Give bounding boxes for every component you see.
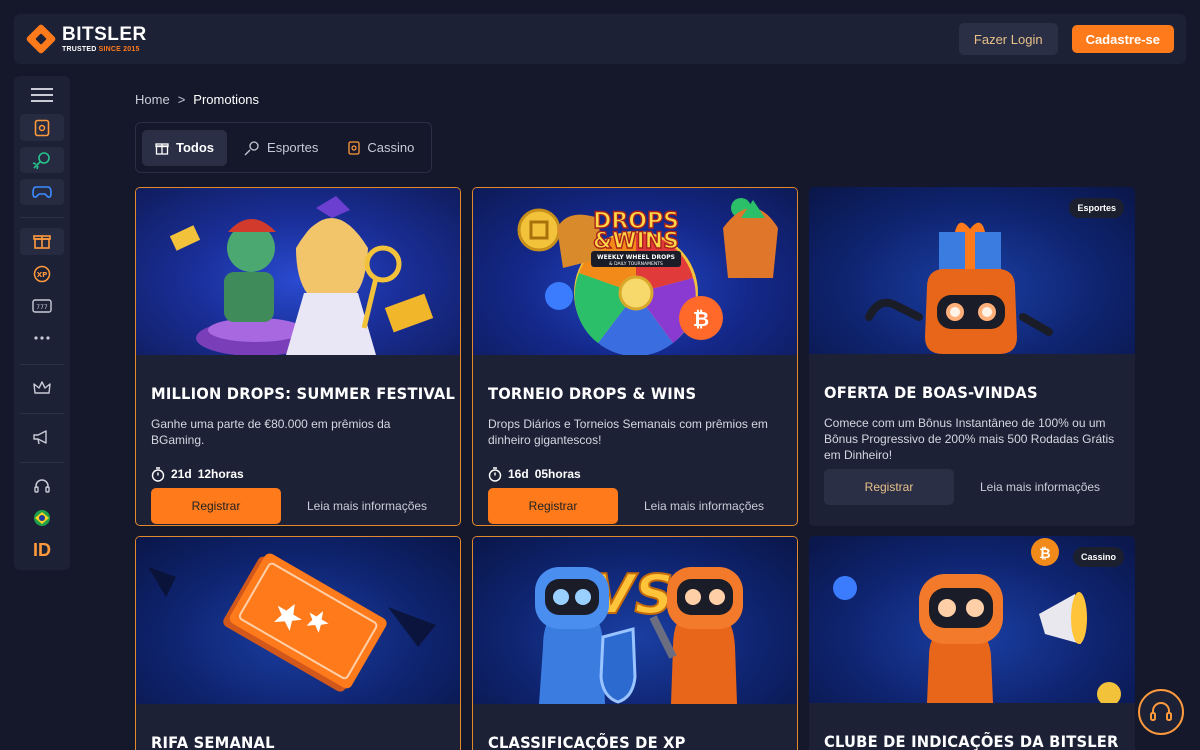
category-badge: Esportes [1069, 198, 1124, 218]
category-badge: Cassino [1072, 547, 1124, 567]
tab-cassino[interactable]: Cassino [335, 130, 427, 166]
language-selector[interactable]: ID [20, 538, 64, 564]
logo-tag-prefix: TRUSTED [62, 46, 97, 53]
promotions-megaphone-icon[interactable] [20, 424, 64, 450]
register-button[interactable]: Registrar [151, 488, 281, 524]
breadcrumb-home[interactable]: Home [135, 92, 170, 107]
signup-button[interactable]: Cadastre-se [1071, 25, 1174, 53]
promo-title: TORNEIO DROPS & WINS [488, 384, 697, 403]
casino-icon [348, 140, 360, 155]
logo-tag-accent: SINCE 2015 [98, 46, 140, 53]
image-text-sub1: WEEKLY WHEEL DROPS [597, 254, 675, 261]
promo-image-drops-wins: ₿ DROPS &WINS WEEKLY WHEEL DROPS & DAILY… [473, 188, 797, 355]
timer-hours: 05horas [534, 467, 581, 481]
promo-image-referral-club: ₿ Cassino [809, 536, 1135, 703]
promo-card[interactable]: VS CLASSIFICAÇÕES DE XP [472, 536, 798, 750]
headset-icon [1150, 702, 1172, 721]
gift-icon[interactable] [20, 228, 64, 255]
tab-label: Todos [176, 140, 215, 155]
brazil-flag-icon[interactable] [20, 505, 64, 531]
svg-text:777: 777 [36, 304, 48, 311]
promo-image-welcome-offer: Esportes [809, 187, 1135, 354]
sidebar-divider [20, 363, 64, 365]
breadcrumb-current: Promotions [193, 92, 260, 107]
vip-crown-icon[interactable] [20, 375, 64, 401]
stopwatch-icon [151, 466, 165, 482]
breadcrumb: Home > Promotions [135, 92, 259, 107]
casino-icon[interactable] [20, 114, 64, 141]
image-text-sub2: & DAILY TOURNAMENTS [609, 261, 663, 267]
promo-title: CLASSIFICAÇÕES DE XP [488, 733, 686, 750]
login-button[interactable]: Fazer Login [958, 23, 1058, 55]
image-text-wins: &WINS [593, 229, 679, 254]
promo-card[interactable]: ₿ DROPS &WINS WEEKLY WHEEL DROPS & DAILY… [472, 187, 798, 526]
tab-esportes[interactable]: Esportes [231, 130, 331, 166]
language-code: ID [33, 540, 51, 561]
register-button[interactable]: Registrar [488, 488, 618, 524]
xp-icon[interactable]: XP [20, 261, 64, 287]
top-header: BITSLER TRUSTED SINCE 2015 Fazer Login C… [14, 14, 1186, 64]
tab-label: Cassino [367, 140, 415, 155]
support-headset-icon[interactable] [20, 473, 64, 499]
sidebar: XP 777 ID [14, 76, 70, 570]
promo-title: CLUBE DE INDICAÇÕES DA BITSLER [824, 732, 1119, 750]
promo-card[interactable]: RIFA SEMANAL [135, 536, 461, 750]
gift-icon [155, 142, 169, 155]
promo-title: RIFA SEMANAL [151, 733, 275, 750]
svg-text:XP: XP [37, 271, 48, 279]
promo-image-million-drops [136, 188, 460, 355]
promo-image-xp-rankings: VS [473, 537, 797, 704]
bitsler-logo[interactable]: BITSLER TRUSTED SINCE 2015 [26, 24, 147, 54]
promo-timer: 21d 12horas [151, 466, 445, 482]
read-more-link[interactable]: Leia mais informações [644, 499, 764, 513]
tab-label: Esportes [267, 140, 319, 155]
sidebar-divider [20, 217, 64, 219]
promo-card[interactable]: MILLION DROPS: SUMMER FESTIVAL Ganhe uma… [135, 187, 461, 526]
sidebar-divider [20, 412, 64, 414]
esports-icon[interactable] [20, 179, 64, 206]
svg-text:₿: ₿ [693, 307, 709, 331]
promo-image-weekly-raffle [136, 537, 460, 704]
read-more-link[interactable]: Leia mais informações [980, 480, 1100, 494]
stopwatch-icon [488, 466, 502, 482]
sports-icon [244, 140, 259, 155]
promotion-filter-tabs: Todos Esportes Cassino [135, 122, 432, 173]
promo-description: Ganhe uma parte de €80.000 em prêmios da… [151, 417, 391, 447]
breadcrumb-separator: > [177, 92, 186, 107]
slots-icon[interactable]: 777 [20, 293, 64, 319]
svg-text:₿: ₿ [1039, 546, 1050, 562]
more-icon[interactable] [20, 325, 64, 351]
sports-icon[interactable] [20, 146, 64, 174]
tab-todos[interactable]: Todos [142, 129, 228, 166]
timer-days: 21d [171, 467, 192, 481]
logo-name: BITSLER [62, 24, 147, 45]
read-more-link[interactable]: Leia mais informações [307, 499, 427, 513]
logo-diamond-icon [26, 24, 56, 54]
promo-card[interactable]: Esportes OFERTA DE BOAS-VINDAS Comece co… [809, 187, 1135, 526]
support-chat-button[interactable] [1138, 689, 1184, 735]
promo-timer: 16d 05horas [488, 466, 782, 482]
promo-title: MILLION DROPS: SUMMER FESTIVAL [151, 384, 456, 403]
sidebar-divider [20, 462, 64, 463]
promo-description: Drops Diários e Torneios Semanais com pr… [488, 417, 768, 447]
promo-description: Comece com um Bônus Instantâneo de 100% … [824, 416, 1115, 462]
timer-hours: 12horas [197, 467, 244, 481]
promo-title: OFERTA DE BOAS-VINDAS [824, 383, 1038, 402]
menu-icon[interactable] [20, 82, 64, 108]
timer-days: 16d [508, 467, 529, 481]
register-button[interactable]: Registrar [824, 469, 954, 505]
promo-card[interactable]: ₿ Cassino CLUBE DE INDICAÇÕES DA BITSLER [809, 536, 1135, 750]
logo-tagline: TRUSTED SINCE 2015 [62, 46, 147, 53]
